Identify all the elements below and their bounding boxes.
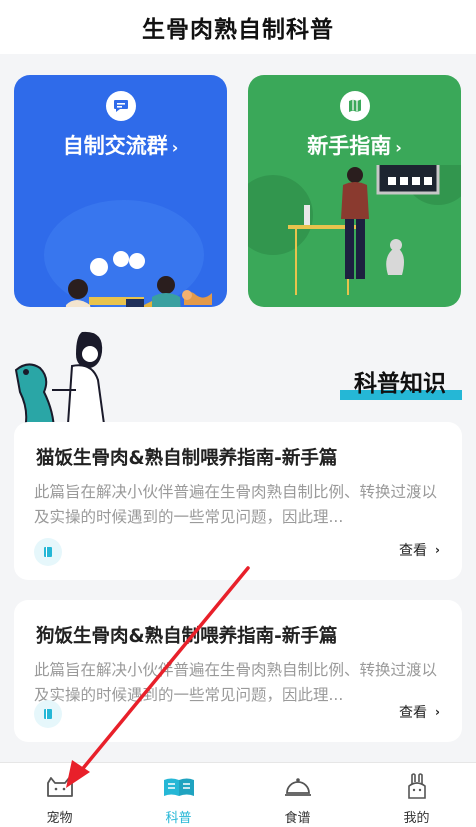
tab-label: 我的 (403, 811, 430, 826)
article-description: 此篇旨在解决小伙伴普遍在生骨肉熟自制比例、转换过渡以及实操的时候遇到的一些常见问… (34, 661, 438, 704)
top-bar: 生骨肉熟自制科普 (0, 0, 476, 54)
presentation-illustration (248, 165, 461, 295)
tab-label: 食谱 (284, 811, 311, 826)
view-button[interactable]: 查看 › (399, 702, 440, 722)
page-title: 生骨肉熟自制科普 (142, 17, 334, 43)
bottom-tab-bar: 宠物 科普 食谱 我的 (0, 762, 476, 827)
tab-recipe[interactable]: 食谱 (238, 763, 357, 827)
group-chat-card[interactable]: 自制交流群 › (14, 75, 227, 307)
article-description: 此篇旨在解决小伙伴普遍在生骨肉熟自制比例、转换过渡以及实操的时候遇到的一些常见问… (34, 483, 438, 526)
article-card[interactable]: 猫饭生骨肉&熟自制喂养指南-新手篇 此篇旨在解决小伙伴普遍在生骨肉熟自制比例、转… (14, 422, 462, 580)
rabbit-icon (400, 771, 434, 803)
beginner-guide-card[interactable]: 新手指南 › (248, 75, 461, 307)
beginner-guide-label: 新手指南 › (307, 134, 402, 158)
article-title: 狗饭生骨肉&熟自制喂养指南-新手篇 (36, 626, 338, 647)
tab-label: 宠物 (46, 811, 73, 826)
tab-science[interactable]: 科普 (119, 763, 238, 827)
article-card[interactable]: 狗饭生骨肉&熟自制喂养指南-新手篇 此篇旨在解决小伙伴普遍在生骨肉熟自制比例、转… (14, 600, 462, 742)
book-icon (34, 700, 62, 728)
section-title: 科普知识 (354, 371, 446, 397)
view-button[interactable]: 查看 › (399, 540, 440, 560)
group-chat-label: 自制交流群 › (62, 134, 179, 158)
book-icon (34, 538, 62, 566)
article-title: 猫饭生骨肉&熟自制喂养指南-新手篇 (36, 448, 338, 469)
chat-icon (105, 91, 136, 121)
section-header: 科普知识 (340, 364, 462, 404)
tab-profile[interactable]: 我的 (357, 763, 476, 827)
tab-pet[interactable]: 宠物 (0, 763, 119, 827)
tab-label: 科普 (165, 811, 192, 826)
chevron-right-icon: › (435, 705, 440, 719)
map-icon (339, 91, 370, 121)
chevron-right-icon: › (435, 543, 440, 557)
dish-icon (281, 771, 315, 803)
people-chatting-illustration (44, 200, 212, 307)
book-icon (162, 771, 196, 803)
pet-icon (43, 771, 77, 803)
